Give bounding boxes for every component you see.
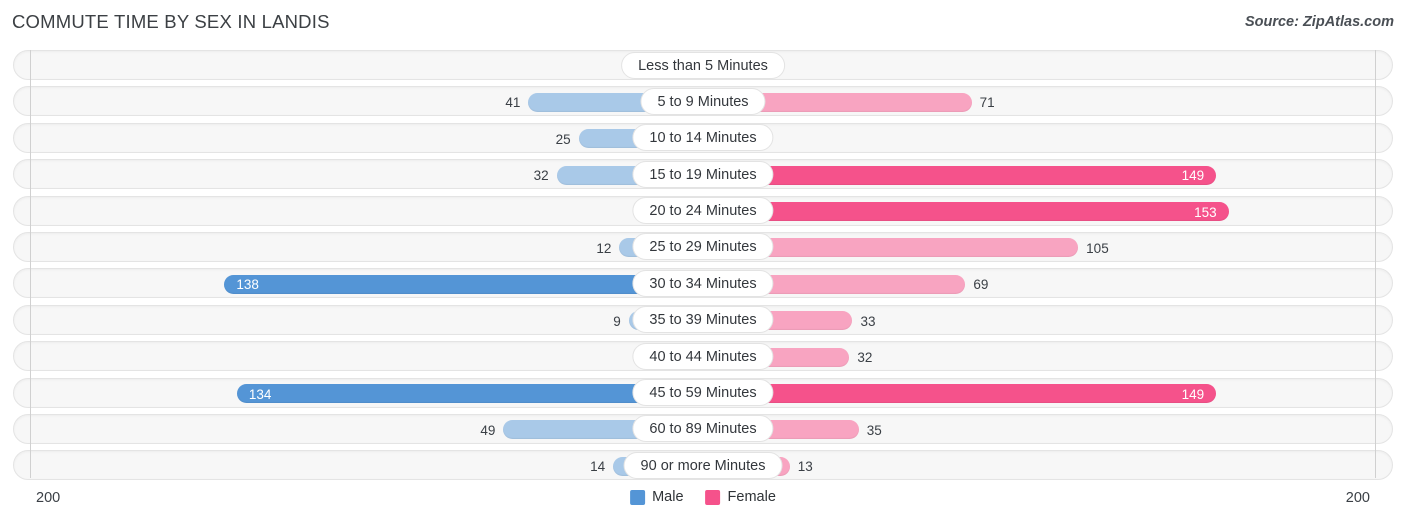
category-label-pill: 30 to 34 Minutes [632, 269, 774, 297]
bar-row: 0 153 20 to 24 Minutes [0, 194, 1406, 230]
value-label-male: 32 [533, 168, 549, 184]
value-label-male: 12 [596, 240, 612, 256]
value-label-male: 134 [248, 386, 272, 402]
source-attribution: Source: ZipAtlas.com [1244, 14, 1394, 30]
value-label-male: 25 [555, 131, 571, 147]
value-label-male: 14 [590, 459, 606, 475]
value-label-male: 0 [0, 203, 649, 222]
bar-row: 9 33 35 to 39 Minutes [0, 303, 1406, 339]
category-label-pill: 15 to 19 Minutes [632, 160, 774, 188]
legend-label-female: Female [727, 489, 776, 505]
value-label-female: 69 [973, 277, 989, 293]
category-label-pill: 25 to 29 Minutes [632, 233, 774, 261]
value-label-female: 153 [1194, 204, 1217, 220]
value-label-male: 41 [505, 95, 521, 111]
bar-row: 134 149 45 to 59 Minutes [0, 376, 1406, 412]
category-label-pill: 45 to 59 Minutes [632, 379, 774, 407]
value-label-male: 49 [480, 422, 496, 438]
bar-row: 138 69 30 to 34 Minutes [0, 266, 1406, 302]
category-label-pill: 35 to 39 Minutes [632, 306, 774, 334]
bar-row: 49 35 60 to 89 Minutes [0, 412, 1406, 448]
value-label-male: 9 [613, 313, 621, 329]
bar-female[interactable] [703, 202, 1229, 222]
chart-legend: Male Female [630, 489, 776, 505]
bar-female[interactable] [703, 165, 1217, 185]
value-label-female: 33 [860, 313, 876, 329]
value-label-female: 149 [1181, 386, 1205, 402]
value-label-female: 105 [1086, 240, 1109, 256]
category-label-pill: Less than 5 Minutes [621, 51, 785, 79]
category-label-pill: 20 to 24 Minutes [632, 197, 774, 225]
category-label-pill: 10 to 14 Minutes [632, 124, 774, 152]
value-label-female: 149 [1181, 168, 1205, 184]
category-label-pill: 90 or more Minutes [623, 451, 783, 479]
chart-plot-area: 00Less than 5 Minutes41715 to 9 Minutes2… [0, 44, 1406, 484]
axis-tick-left: 200 [36, 490, 61, 506]
value-label-male: 0 [0, 57, 649, 76]
value-label-female: 13 [797, 459, 813, 475]
bar-row: 32 149 15 to 19 Minutes [0, 157, 1406, 193]
value-label-female: 32 [857, 350, 873, 366]
bar-female[interactable] [703, 384, 1217, 404]
bar-row: 00Less than 5 Minutes [0, 48, 1406, 84]
value-label-female: 35 [866, 422, 882, 438]
legend-swatch-male-icon [630, 489, 646, 505]
bar-row: 41 71 5 to 9 Minutes [0, 84, 1406, 120]
bar-row: 0 32 40 to 44 Minutes [0, 339, 1406, 375]
value-label-female: 71 [979, 95, 995, 111]
legend-label-male: Male [652, 489, 684, 505]
legend-item-female[interactable]: Female [705, 489, 776, 505]
chart-footer: 200 200 Male Female [0, 484, 1406, 523]
bar-rows-container: 00Less than 5 Minutes41715 to 9 Minutes2… [0, 48, 1406, 485]
axis-tick-right: 200 [1345, 490, 1370, 506]
category-label-pill: 5 to 9 Minutes [640, 87, 766, 115]
category-label-pill: 60 to 89 Minutes [632, 415, 774, 443]
bar-row: 14 13 90 or more Minutes [0, 448, 1406, 484]
legend-item-male[interactable]: Male [630, 489, 684, 505]
page-title: COMMUTE TIME BY SEX IN LANDIS [12, 11, 330, 32]
bar-row: 25010 to 14 Minutes [0, 121, 1406, 157]
bar-male[interactable] [224, 274, 703, 294]
value-label-male: 0 [0, 348, 649, 367]
axis-line-left [30, 50, 31, 478]
chart-header: COMMUTE TIME BY SEX IN LANDIS Source: Zi… [0, 0, 1406, 44]
category-label-pill: 40 to 44 Minutes [632, 342, 774, 370]
legend-swatch-female-icon [705, 489, 721, 505]
axis-line-right [1375, 50, 1376, 478]
value-label-male: 138 [236, 277, 259, 293]
bar-row: 12 105 25 to 29 Minutes [0, 230, 1406, 266]
